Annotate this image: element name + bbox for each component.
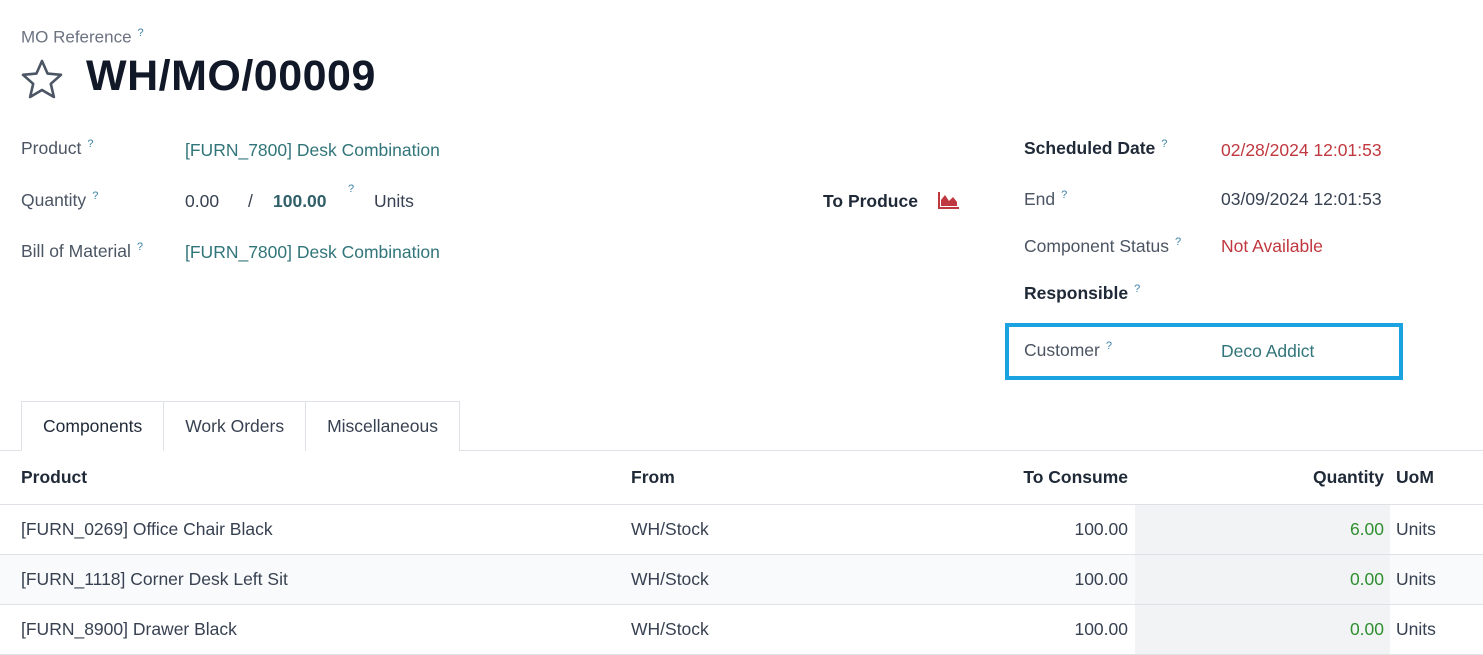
customer-label-text: Customer (1024, 340, 1100, 360)
column-header-uom[interactable]: UoM (1396, 451, 1434, 504)
page-title: WH/MO/00009 (86, 52, 376, 100)
customer-label: Customer? (1024, 340, 1112, 361)
end-date-label-text: End (1024, 189, 1056, 209)
help-icon[interactable]: ? (348, 183, 354, 195)
scheduled-date-field[interactable]: 02/28/2024 12:01:53 (1221, 140, 1382, 161)
row-to-consume[interactable]: 100.00 (1074, 505, 1128, 554)
row-uom: Units (1396, 519, 1436, 539)
quantity-label: Quantity? (21, 190, 98, 211)
row-from[interactable]: WH/Stock (631, 605, 709, 654)
responsible-label-text: Responsible (1024, 283, 1129, 303)
help-icon[interactable]: ? (1134, 283, 1140, 295)
component-status-label-text: Component Status (1024, 236, 1169, 256)
row-uom: Units (1396, 569, 1436, 589)
table-header-row: Product From To Consume Quantity UoM (0, 451, 1483, 505)
area-chart-icon[interactable] (938, 191, 960, 209)
component-status-label: Component Status? (1024, 236, 1181, 257)
column-header-to-consume[interactable]: To Consume (1023, 451, 1128, 504)
tab-components[interactable]: Components (21, 401, 165, 451)
help-icon[interactable]: ? (1061, 189, 1067, 201)
row-quantity[interactable]: 6.00 (1350, 505, 1384, 554)
table-row[interactable]: [FURN_0269] Office Chair Black WH/Stock … (0, 505, 1483, 555)
help-icon[interactable]: ? (1106, 340, 1112, 352)
quantity-help: ? (348, 183, 354, 204)
row-product[interactable]: [FURN_0269] Office Chair Black (21, 505, 273, 554)
row-product[interactable]: [FURN_1118] Corner Desk Left Sit (21, 555, 288, 604)
star-icon[interactable] (20, 58, 64, 100)
notebook-tabs: Components Work Orders Miscellaneous (21, 401, 460, 451)
table-row[interactable]: [FURN_8900] Drawer Black WH/Stock 100.00… (0, 605, 1483, 655)
quantity-uom[interactable]: Units (374, 191, 414, 212)
bom-label-text: Bill of Material (21, 241, 131, 261)
responsible-label: Responsible? (1024, 283, 1140, 304)
row-quantity[interactable]: 0.00 (1350, 605, 1384, 654)
help-icon[interactable]: ? (1175, 236, 1181, 248)
quantity-separator: / (248, 191, 253, 211)
quantity-produced-field[interactable]: 0.00 (185, 191, 219, 212)
help-icon[interactable]: ? (137, 241, 143, 253)
bom-label: Bill of Material? (21, 241, 143, 262)
row-quantity[interactable]: 0.00 (1350, 555, 1384, 604)
quantity-total-field[interactable]: 100.00 (273, 191, 327, 212)
row-to-consume[interactable]: 100.00 (1074, 555, 1128, 604)
mo-reference-text: MO Reference (21, 27, 132, 47)
bom-field[interactable]: [FURN_7800] Desk Combination (185, 242, 440, 263)
row-from[interactable]: WH/Stock (631, 555, 709, 604)
row-uom: Units (1396, 619, 1436, 639)
column-header-from[interactable]: From (631, 451, 675, 504)
to-produce-label: To Produce (823, 191, 918, 211)
tab-miscellaneous[interactable]: Miscellaneous (305, 401, 460, 451)
help-icon[interactable]: ? (1161, 138, 1167, 150)
quantity-label-text: Quantity (21, 190, 87, 210)
mo-reference-label: MO Reference? (21, 27, 144, 48)
help-icon[interactable]: ? (138, 27, 144, 39)
scheduled-date-label: Scheduled Date? (1024, 138, 1167, 159)
scheduled-date-label-text: Scheduled Date (1024, 138, 1156, 158)
product-label: Product? (21, 138, 93, 159)
row-from[interactable]: WH/Stock (631, 505, 709, 554)
end-date-field[interactable]: 03/09/2024 12:01:53 (1221, 189, 1382, 210)
components-table: Product From To Consume Quantity UoM [FU… (0, 451, 1483, 655)
help-icon[interactable]: ? (92, 190, 98, 202)
row-to-consume[interactable]: 100.00 (1074, 605, 1128, 654)
end-date-label: End? (1024, 189, 1067, 210)
column-header-product[interactable]: Product (21, 451, 87, 504)
help-icon[interactable]: ? (87, 138, 93, 150)
tab-work-orders[interactable]: Work Orders (163, 401, 307, 451)
table-row[interactable]: [FURN_1118] Corner Desk Left Sit WH/Stoc… (0, 555, 1483, 605)
component-status-value: Not Available (1221, 236, 1323, 256)
product-label-text: Product (21, 138, 82, 158)
column-header-quantity[interactable]: Quantity (1313, 451, 1384, 504)
responsible-field[interactable] (1221, 283, 1401, 305)
row-product[interactable]: [FURN_8900] Drawer Black (21, 605, 237, 654)
product-field[interactable]: [FURN_7800] Desk Combination (185, 140, 440, 161)
customer-field[interactable]: Deco Addict (1221, 341, 1314, 362)
